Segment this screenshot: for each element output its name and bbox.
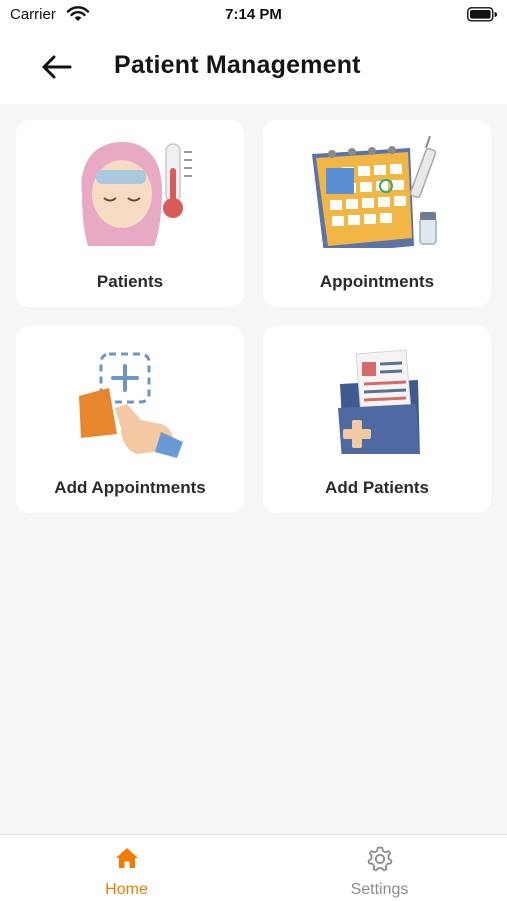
- page-title: Patient Management: [114, 51, 361, 79]
- arrow-left-icon: [36, 55, 76, 88]
- app-header: Patient Management: [0, 28, 507, 104]
- appointments-card[interactable]: Appointments: [263, 120, 491, 307]
- home-icon: [0, 845, 253, 871]
- appointments-card-label: Appointments: [319, 272, 435, 291]
- add-patients-card-label: Add Patients: [325, 478, 429, 497]
- sick-patient-thermometer-icon: [16, 128, 244, 258]
- gear-icon: [253, 845, 506, 872]
- back-button[interactable]: [36, 50, 76, 84]
- status-bar: Carrier 7:14 PM: [0, 0, 507, 28]
- bottom-tab-bar: Home Settings: [0, 834, 507, 901]
- battery-icon: [467, 7, 498, 22]
- calendar-syringe-icon: [263, 128, 491, 258]
- add-appointments-card-label: Add Appointments: [54, 478, 206, 497]
- add-appointments-card[interactable]: Add Appointments: [16, 326, 244, 513]
- tab-settings-label: Settings: [350, 881, 409, 898]
- tab-home-label: Home: [105, 881, 148, 898]
- patients-card-label: Patients: [96, 272, 164, 291]
- medical-folder-icon: [263, 334, 491, 464]
- tab-home[interactable]: Home: [0, 835, 253, 901]
- add-patients-card[interactable]: Add Patients: [263, 326, 491, 513]
- patients-card[interactable]: Patients: [16, 120, 244, 307]
- clock-time: 7:14 PM: [225, 6, 282, 23]
- tab-settings[interactable]: Settings: [253, 835, 506, 901]
- add-appointment-hand-icon: [16, 334, 244, 464]
